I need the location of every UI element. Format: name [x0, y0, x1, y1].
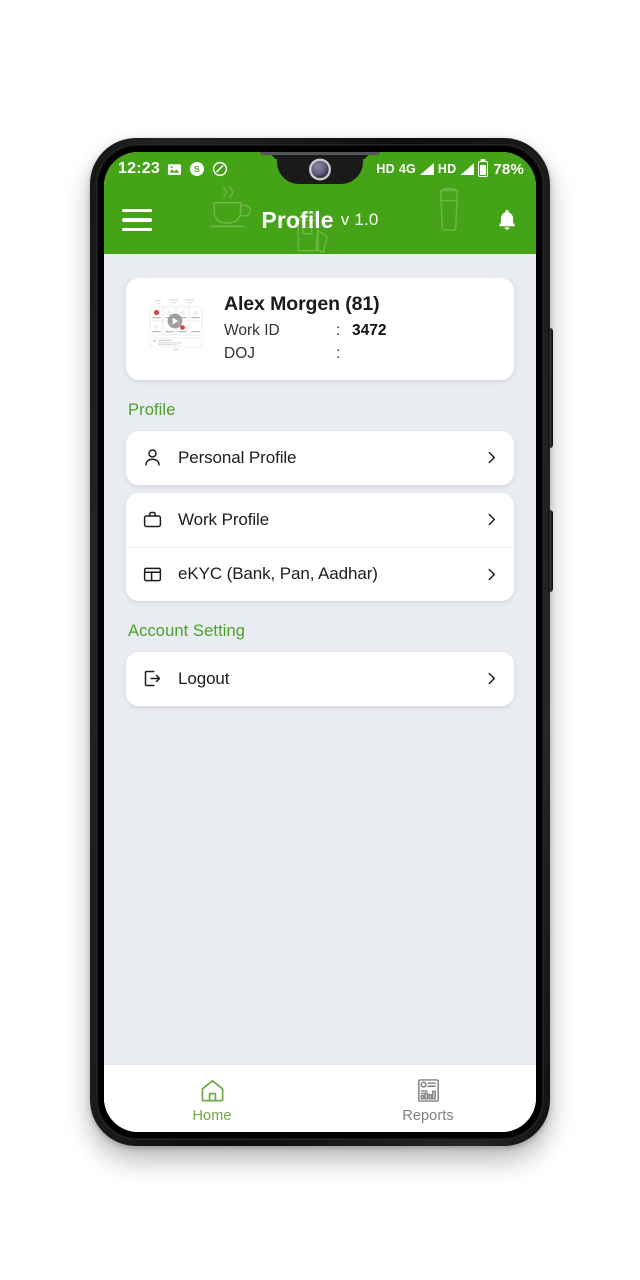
nav-label-home: Home	[192, 1107, 232, 1124]
menu-bar-2	[122, 218, 152, 222]
list-item-label: Personal Profile	[178, 447, 297, 467]
app-version-label: v 1.0	[340, 210, 379, 229]
gallery-icon	[167, 162, 182, 177]
section-header-profile: Profile	[128, 400, 176, 419]
chevron-right-icon	[484, 450, 499, 465]
status-bar-left: 12:23 S	[104, 160, 228, 178]
work-id-value: 3472	[352, 322, 387, 339]
chevron-right-icon	[484, 512, 499, 527]
menu-bar-1	[122, 209, 152, 213]
phone-device-frame: 12:23 S HD 4G HD 78% Profile v 1.0 Alex …	[90, 138, 553, 1146]
list-card-personal: Personal Profile	[126, 430, 514, 485]
list-item-ekyc[interactable]: eKYC (Bank, Pan, Aadhar)	[126, 546, 514, 601]
profile-row-work-id: Work ID : 3472	[224, 319, 498, 342]
reports-icon	[415, 1077, 442, 1104]
menu-bar-3	[122, 227, 152, 231]
hd-label-sim2: HD	[437, 162, 457, 176]
signal-bars-sim1-icon	[419, 163, 434, 175]
hamburger-menu-icon[interactable]	[122, 209, 152, 231]
phone-screen: 12:23 S HD 4G HD 78% Profile v 1.0 Alex …	[104, 152, 536, 1132]
status-bar: 12:23 S HD 4G HD 78%	[104, 152, 536, 186]
power-button[interactable]	[548, 328, 553, 448]
work-id-colon: :	[336, 322, 341, 339]
do-not-disturb-icon	[212, 161, 228, 177]
id-card-icon	[140, 564, 164, 585]
signal-bars-sim2-icon	[460, 163, 475, 175]
status-clock: 12:23	[118, 160, 160, 177]
nav-item-home[interactable]: Home	[104, 1065, 320, 1132]
volume-button[interactable]	[548, 510, 553, 592]
hd-label-sim1: HD	[376, 162, 395, 176]
person-icon	[140, 447, 164, 468]
list-item-work-profile[interactable]: Work Profile	[126, 492, 514, 547]
doj-colon: :	[336, 345, 341, 363]
status-bar-right: HD 4G HD 78%	[376, 161, 536, 178]
profile-row-doj: DOJ :	[224, 342, 498, 365]
network-type-label: 4G	[398, 162, 416, 176]
app-header: Profile v 1.0	[104, 186, 536, 254]
section-header-account-setting: Account Setting	[128, 621, 246, 640]
avatar	[142, 295, 210, 351]
battery-icon	[478, 161, 489, 177]
bottom-navigation-bar: Home Reports	[104, 1064, 536, 1132]
list-item-label: eKYC (Bank, Pan, Aadhar)	[178, 564, 378, 583]
list-item-personal-profile[interactable]: Personal Profile	[126, 430, 514, 485]
list-card-account: Logout	[126, 651, 514, 706]
chevron-right-icon	[484, 567, 499, 582]
chevron-right-icon	[484, 671, 499, 686]
home-icon	[199, 1077, 226, 1104]
nav-item-reports[interactable]: Reports	[320, 1065, 536, 1132]
svg-text:S: S	[194, 164, 200, 174]
profile-details: Alex Morgen (81) Work ID : 3472 DOJ :	[224, 292, 498, 366]
list-item-label: Work Profile	[178, 509, 270, 529]
doj-label: DOJ	[224, 345, 255, 363]
battery-percent-label: 78%	[493, 160, 524, 178]
list-card-work-ekyc: Work Profile eKYC (Bank, Pan, Aadhar)	[126, 492, 514, 601]
briefcase-icon	[140, 509, 164, 530]
profile-summary-card: Alex Morgen (81) Work ID : 3472 DOJ :	[126, 278, 514, 380]
page-content: Alex Morgen (81) Work ID : 3472 DOJ : Pr…	[104, 254, 536, 1064]
list-item-label: Logout	[178, 668, 230, 688]
notification-bell-icon[interactable]	[496, 208, 518, 232]
logout-icon	[140, 668, 164, 689]
profile-name: Alex Morgen (81)	[224, 293, 380, 315]
list-item-logout[interactable]: Logout	[126, 651, 514, 706]
page-title: Profile	[261, 206, 334, 233]
header-title-group: Profile v 1.0	[104, 186, 536, 254]
skype-icon: S	[189, 161, 205, 177]
work-id-label: Work ID	[224, 322, 280, 339]
nav-label-reports: Reports	[402, 1107, 454, 1124]
